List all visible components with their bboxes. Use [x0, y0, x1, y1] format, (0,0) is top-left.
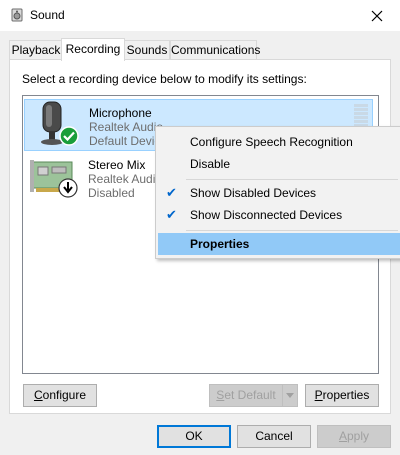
check-icon: ✔ — [166, 207, 177, 222]
title-bar: Sound — [0, 0, 400, 31]
properties-button[interactable]: Properties — [305, 384, 379, 407]
context-menu: Configure Speech Recognition Disable ✔ S… — [155, 126, 400, 259]
menu-item-show-disconnected-devices[interactable]: ✔ Show Disconnected Devices — [158, 204, 400, 226]
close-button[interactable] — [354, 0, 400, 31]
tab-playback[interactable]: Playback — [9, 40, 63, 59]
menu-item-show-disabled-devices[interactable]: ✔ Show Disabled Devices — [158, 182, 400, 204]
chevron-down-icon — [286, 393, 294, 398]
apply-button[interactable]: Apply — [317, 425, 391, 448]
close-icon — [371, 10, 383, 21]
set-default-dropdown[interactable] — [282, 384, 298, 407]
menu-item-disable[interactable]: Disable — [158, 153, 400, 175]
ok-button[interactable]: OK — [157, 425, 231, 448]
menu-separator — [186, 179, 398, 180]
cancel-button[interactable]: Cancel — [237, 425, 311, 448]
device-status: Disabled — [88, 186, 135, 200]
disabled-arrow-icon — [58, 178, 78, 198]
tab-recording[interactable]: Recording — [61, 38, 125, 61]
instruction-text: Select a recording device below to modif… — [22, 72, 307, 86]
device-driver: Realtek Audio — [89, 120, 164, 134]
check-icon: ✔ — [166, 185, 177, 200]
menu-separator — [186, 230, 398, 231]
menu-item-configure-speech-recognition[interactable]: Configure Speech Recognition — [158, 131, 400, 153]
set-default-button[interactable]: Set Default — [209, 384, 283, 407]
default-check-icon — [59, 126, 79, 146]
configure-button[interactable]: Configure — [23, 384, 97, 407]
device-status: Default Devic — [89, 134, 161, 148]
device-name: Microphone — [89, 106, 152, 120]
device-name: Stereo Mix — [88, 158, 146, 172]
device-driver: Realtek Audi — [88, 172, 156, 186]
tab-communications[interactable]: Communications — [170, 40, 260, 59]
window-title: Sound — [30, 8, 65, 22]
menu-item-properties[interactable]: Properties — [158, 233, 400, 255]
tab-sounds[interactable]: Sounds — [124, 40, 170, 59]
speaker-icon — [11, 8, 23, 22]
